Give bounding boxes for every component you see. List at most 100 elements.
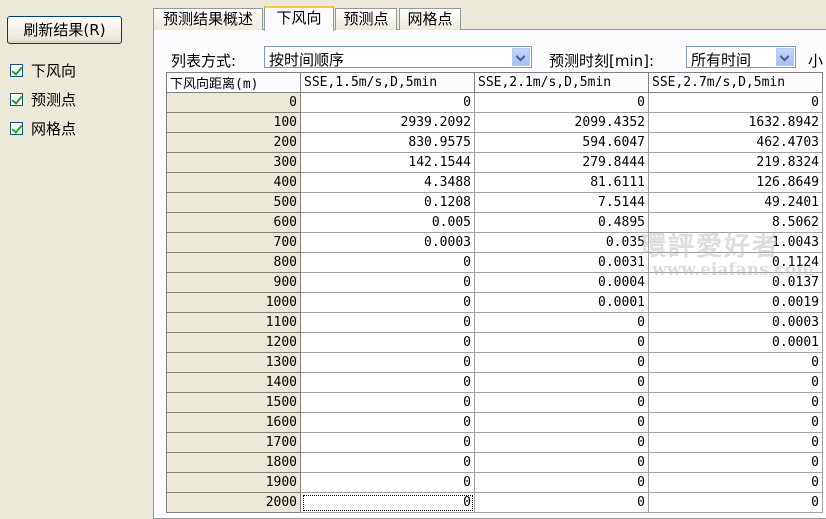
- row-header-distance[interactable]: 700: [166, 232, 301, 253]
- table-cell[interactable]: 0: [648, 472, 823, 493]
- row-header-distance[interactable]: 1500: [166, 392, 301, 413]
- table-cell[interactable]: 462.4703: [648, 132, 823, 153]
- table-cell[interactable]: 0: [474, 392, 649, 413]
- table-cell[interactable]: 0: [300, 252, 475, 273]
- table-cell[interactable]: 49.2401: [648, 192, 823, 213]
- table-cell[interactable]: 0: [300, 312, 475, 333]
- checkbox-checked-icon[interactable]: [10, 63, 23, 77]
- table-cell[interactable]: 142.1544: [300, 152, 475, 173]
- row-header-distance[interactable]: 1800: [166, 452, 301, 473]
- table-cell[interactable]: 0: [300, 472, 475, 493]
- table-cell[interactable]: 2939.2092: [300, 112, 475, 133]
- column-header-distance[interactable]: 下风向距离(m): [166, 72, 301, 93]
- row-header-distance[interactable]: 1600: [166, 412, 301, 433]
- table-cell[interactable]: 0: [300, 292, 475, 313]
- table-cell[interactable]: 0: [648, 392, 823, 413]
- table-cell[interactable]: 0.0019: [648, 292, 823, 313]
- table-cell[interactable]: 0: [300, 492, 475, 513]
- table-cell[interactable]: 830.9575: [300, 132, 475, 153]
- table-cell[interactable]: 0: [300, 432, 475, 453]
- row-header-distance[interactable]: 0: [166, 92, 301, 113]
- prediction-time-select[interactable]: 所有时间: [686, 46, 796, 69]
- row-header-distance[interactable]: 800: [166, 252, 301, 273]
- table-cell[interactable]: 0: [648, 452, 823, 473]
- table-cell[interactable]: 0: [300, 352, 475, 373]
- row-header-distance[interactable]: 600: [166, 212, 301, 233]
- table-cell[interactable]: 0.1124: [648, 252, 823, 273]
- table-cell[interactable]: 0.0031: [474, 252, 649, 273]
- row-header-distance[interactable]: 300: [166, 152, 301, 173]
- table-cell[interactable]: 0: [648, 92, 823, 113]
- table-cell[interactable]: 279.8444: [474, 152, 649, 173]
- row-header-distance[interactable]: 400: [166, 172, 301, 193]
- table-cell[interactable]: 0: [300, 412, 475, 433]
- table-cell[interactable]: 0: [474, 312, 649, 333]
- table-cell[interactable]: 0: [648, 412, 823, 433]
- table-cell[interactable]: 0.0004: [474, 272, 649, 293]
- checkbox-checked-icon[interactable]: [10, 92, 23, 106]
- chevron-down-icon[interactable]: [776, 48, 794, 66]
- table-cell[interactable]: 0: [474, 332, 649, 353]
- chevron-down-icon[interactable]: [512, 48, 530, 66]
- table-cell[interactable]: 0.0001: [474, 292, 649, 313]
- table-cell[interactable]: 0: [300, 272, 475, 293]
- table-cell[interactable]: 0: [474, 412, 649, 433]
- table-cell[interactable]: 8.5062: [648, 212, 823, 233]
- list-mode-select[interactable]: 按时间顺序: [264, 46, 532, 69]
- tab-prediction-summary[interactable]: 预测结果概述: [153, 8, 263, 30]
- table-cell[interactable]: 0.0003: [300, 232, 475, 253]
- table-cell[interactable]: 0.005: [300, 212, 475, 233]
- refresh-results-button[interactable]: 刷新结果(R): [7, 16, 122, 44]
- table-cell[interactable]: 0: [474, 432, 649, 453]
- table-cell[interactable]: 0: [300, 332, 475, 353]
- results-grid[interactable]: 下风向距离(m) SSE,1.5m/s,D,5min SSE,2.1m/s,D,…: [166, 72, 826, 515]
- tab-grid-points[interactable]: 网格点: [399, 8, 461, 30]
- checkbox-grid-points[interactable]: 网格点: [10, 118, 76, 138]
- row-header-distance[interactable]: 500: [166, 192, 301, 213]
- table-cell[interactable]: 4.3488: [300, 172, 475, 193]
- tab-downwind[interactable]: 下风向: [264, 6, 334, 31]
- table-cell[interactable]: 0: [474, 372, 649, 393]
- table-cell[interactable]: 0: [300, 372, 475, 393]
- table-cell[interactable]: 0.1208: [300, 192, 475, 213]
- table-cell[interactable]: 0.0137: [648, 272, 823, 293]
- column-header-series-1[interactable]: SSE,1.5m/s,D,5min: [300, 72, 475, 93]
- table-cell[interactable]: 0: [648, 492, 823, 513]
- row-header-distance[interactable]: 1700: [166, 432, 301, 453]
- table-cell[interactable]: 0.0003: [648, 312, 823, 333]
- row-header-distance[interactable]: 200: [166, 132, 301, 153]
- checkbox-checked-icon[interactable]: [10, 121, 23, 135]
- row-header-distance[interactable]: 100: [166, 112, 301, 133]
- table-cell[interactable]: 0: [300, 452, 475, 473]
- table-cell[interactable]: 0: [474, 472, 649, 493]
- table-cell[interactable]: 7.5144: [474, 192, 649, 213]
- table-cell[interactable]: 2099.4352: [474, 112, 649, 133]
- row-header-distance[interactable]: 1400: [166, 372, 301, 393]
- table-cell[interactable]: 0: [300, 92, 475, 113]
- table-cell[interactable]: 0: [474, 92, 649, 113]
- table-cell[interactable]: 0: [648, 432, 823, 453]
- table-cell[interactable]: 0: [474, 492, 649, 513]
- table-cell[interactable]: 1.0043: [648, 232, 823, 253]
- table-cell[interactable]: 1632.8942: [648, 112, 823, 133]
- table-cell[interactable]: 0.0001: [648, 332, 823, 353]
- table-cell[interactable]: 0.035: [474, 232, 649, 253]
- tab-prediction-points[interactable]: 预测点: [335, 8, 397, 30]
- checkbox-prediction-points[interactable]: 预测点: [10, 89, 76, 109]
- table-cell[interactable]: 0: [648, 372, 823, 393]
- table-cell[interactable]: 0: [474, 352, 649, 373]
- row-header-distance[interactable]: 1300: [166, 352, 301, 373]
- table-cell[interactable]: 0: [648, 352, 823, 373]
- table-cell[interactable]: 81.6111: [474, 172, 649, 193]
- table-cell[interactable]: 0.4895: [474, 212, 649, 233]
- table-cell[interactable]: 126.8649: [648, 172, 823, 193]
- table-cell[interactable]: 0: [474, 452, 649, 473]
- table-cell[interactable]: 219.8324: [648, 152, 823, 173]
- table-cell[interactable]: 594.6047: [474, 132, 649, 153]
- row-header-distance[interactable]: 1000: [166, 292, 301, 313]
- row-header-distance[interactable]: 900: [166, 272, 301, 293]
- checkbox-downwind[interactable]: 下风向: [10, 60, 76, 80]
- row-header-distance[interactable]: 1100: [166, 312, 301, 333]
- column-header-series-3[interactable]: SSE,2.7m/s,D,5min: [648, 72, 823, 93]
- row-header-distance[interactable]: 2000: [166, 492, 301, 513]
